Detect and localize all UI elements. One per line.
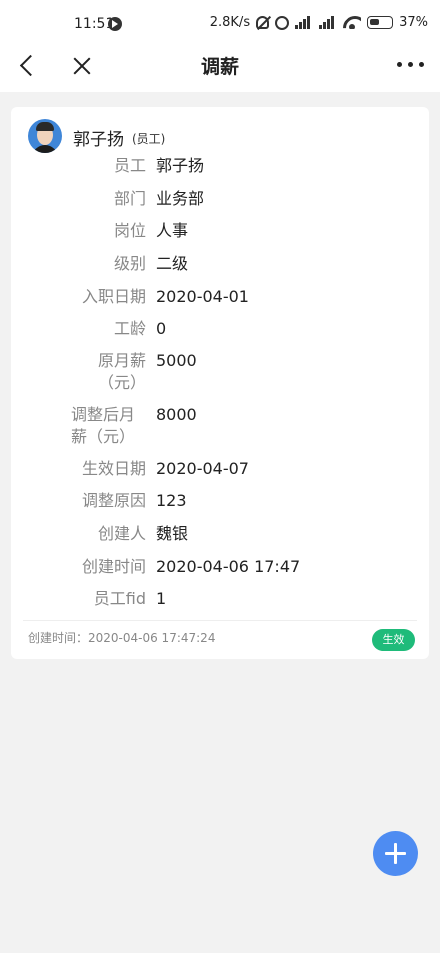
field-label-level: 级别 xyxy=(113,254,146,273)
page-title: 调薪 xyxy=(200,56,239,78)
field-label-effective-date: 生效日期 xyxy=(81,459,146,478)
field-label-creator: 创建人 xyxy=(97,524,146,543)
field-value-reason: 123 xyxy=(156,491,187,510)
network-speed: 2.8K/s xyxy=(209,15,251,30)
field-label-employee: 员工 xyxy=(113,156,146,175)
avatar xyxy=(28,119,62,153)
created-at-footer: 创建时间：2020-04-06 17:47:24 xyxy=(28,631,216,645)
status-icons: 2.8K/s 37% xyxy=(210,15,428,30)
salary-adjustment-card[interactable]: 郭子扬 (员工) 员工 郭子扬 部门 业务部 岗位 人事 级别 二级 入职日期 … xyxy=(11,107,429,659)
employee-role: (员工) xyxy=(132,132,166,146)
field-value-level: 二级 xyxy=(156,254,189,273)
alarm-icon xyxy=(275,15,290,30)
status-badge: 生效 xyxy=(372,629,415,651)
field-label-original-salary: 原月薪（元） xyxy=(97,351,146,392)
employee-name: 郭子扬 xyxy=(73,130,124,150)
more-icon[interactable] xyxy=(397,62,424,67)
field-label-position: 岗位 xyxy=(113,221,146,240)
field-value-original-salary: 5000 xyxy=(156,351,197,370)
field-value-creator: 魏银 xyxy=(156,524,189,543)
field-label-department: 部门 xyxy=(113,189,146,208)
field-value-adjusted-salary: 8000 xyxy=(156,405,197,424)
location-icon xyxy=(108,17,122,31)
nav-bar: 调薪 xyxy=(0,40,440,92)
field-label-reason: 调整原因 xyxy=(81,491,146,510)
wifi-icon xyxy=(343,16,361,29)
field-value-hire-date: 2020-04-01 xyxy=(156,287,249,306)
field-label-employee-fid: 员工fid xyxy=(93,589,146,608)
field-label-adjusted-salary: 调整后月薪（元） xyxy=(71,405,136,446)
signal-icon xyxy=(319,16,337,29)
field-value-employee-fid: 1 xyxy=(156,589,167,608)
battery-level: 37% xyxy=(399,15,428,30)
field-label-hire-date: 入职日期 xyxy=(81,287,146,306)
field-value-seniority: 0 xyxy=(156,319,167,338)
field-label-seniority: 工龄 xyxy=(113,319,146,338)
field-label-created-time: 创建时间 xyxy=(81,557,146,576)
battery-icon xyxy=(367,16,394,29)
field-value-department: 业务部 xyxy=(156,189,205,208)
field-value-position: 人事 xyxy=(156,221,189,240)
field-value-effective-date: 2020-04-07 xyxy=(156,459,249,478)
field-value-employee: 郭子扬 xyxy=(156,156,205,175)
hd-signal-icon xyxy=(295,16,313,29)
mute-icon xyxy=(256,16,270,29)
add-button[interactable] xyxy=(373,831,418,876)
field-value-created-time: 2020-04-06 17:47 xyxy=(156,557,301,576)
card-divider xyxy=(23,620,417,621)
